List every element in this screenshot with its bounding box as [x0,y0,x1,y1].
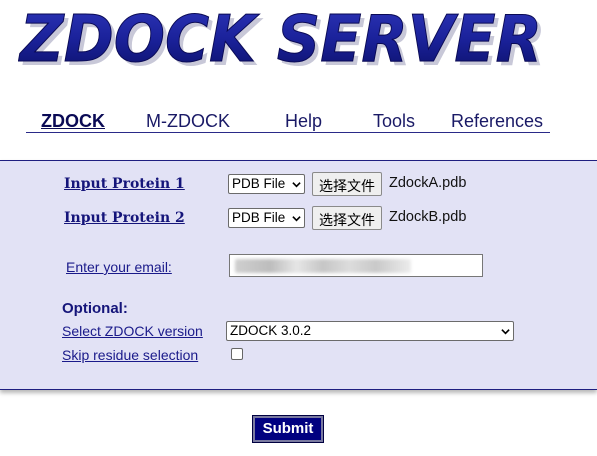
zdock-version-value: ZDOCK 3.0.2 [230,323,312,338]
chevron-down-icon [292,182,301,188]
zdock-version-link[interactable]: Select ZDOCK version [62,323,203,339]
zdock-server-logo: ZDOCK SERVER ZDOCK SERVER [18,10,558,70]
input-protein-1-link[interactable]: Input Protein 1 [64,176,185,192]
protein-2-format-value: PDB File [232,210,286,225]
input-protein-2-link[interactable]: Input Protein 2 [64,210,185,226]
nav-help[interactable]: Help [285,111,322,132]
submit-button[interactable]: Submit [252,415,324,443]
protein-1-format-value: PDB File [232,176,286,191]
chevron-down-icon [501,329,510,335]
protein-1-choose-file-button[interactable]: 选择文件 [312,172,382,196]
nav-tools[interactable]: Tools [373,111,415,132]
nav-m-zdock[interactable]: M-ZDOCK [146,111,230,132]
protein-1-format-select[interactable]: PDB File [228,174,305,194]
zdock-version-select[interactable]: ZDOCK 3.0.2 [226,321,514,341]
protein-2-file-name: ZdockB.pdb [389,209,467,225]
skip-residue-link[interactable]: Skip residue selection [62,347,198,363]
protein-2-choose-file-button[interactable]: 选择文件 [312,206,382,230]
nav-divider [26,132,550,133]
email-redacted-value [235,259,411,273]
nav-zdock[interactable]: ZDOCK [41,111,105,132]
optional-heading: Optional: [62,300,128,317]
protein-1-file-name: ZdockA.pdb [389,175,467,191]
chevron-down-icon [292,216,301,222]
logo-text: ZDOCK SERVER [18,10,542,70]
email-field[interactable] [229,254,483,277]
skip-residue-checkbox[interactable] [231,348,243,360]
nav-references[interactable]: References [451,111,543,132]
email-label-link[interactable]: Enter your email: [66,259,172,275]
protein-2-format-select[interactable]: PDB File [228,208,305,228]
